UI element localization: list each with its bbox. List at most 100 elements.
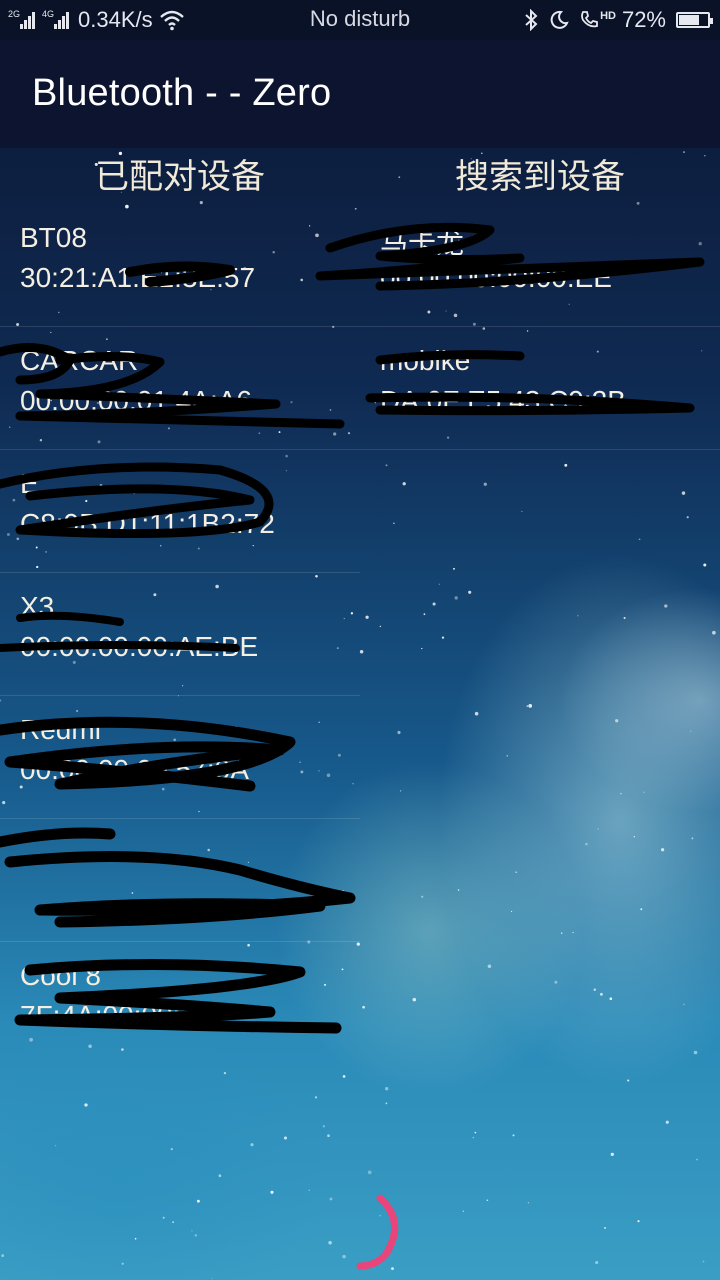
paired-devices-header: 已配对设备 — [95, 157, 265, 197]
star — [362, 1005, 365, 1009]
battery-icon — [676, 12, 713, 28]
star — [250, 1143, 254, 1147]
star — [696, 1158, 698, 1161]
star — [385, 1102, 388, 1105]
battery-percent: 72% — [621, 7, 666, 32]
star — [660, 848, 665, 852]
star — [599, 992, 603, 996]
star — [438, 583, 440, 585]
found-devices-list: 马卡龙 00:00:00:00:00:EE mobike DA:0F:E5:43… — [360, 204, 720, 450]
star — [385, 464, 388, 467]
device-address: 00:00:00:00:AE:BE — [20, 631, 259, 662]
star — [633, 836, 635, 838]
star — [640, 908, 643, 911]
device-name: Cool 8 — [20, 960, 101, 991]
star — [511, 910, 513, 913]
star — [528, 704, 533, 708]
star — [197, 1199, 200, 1203]
star — [327, 1134, 330, 1138]
star — [512, 1134, 515, 1137]
star — [211, 1277, 213, 1279]
status-right: HD 72% — [523, 6, 713, 34]
paired-device-item[interactable] — [0, 819, 360, 942]
paired-device-item[interactable]: BT08 30:21:A1:E1:3E:57 — [0, 204, 360, 327]
star — [712, 630, 716, 635]
star — [462, 1210, 464, 1212]
star — [521, 510, 523, 513]
star — [572, 931, 574, 934]
star — [560, 932, 563, 934]
star — [526, 705, 529, 707]
star — [421, 647, 423, 650]
star — [691, 837, 694, 840]
star — [359, 649, 364, 654]
device-name: X3 — [20, 591, 55, 622]
found-device-item[interactable]: 马卡龙 00:00:00:00:00:EE — [360, 204, 720, 327]
star — [515, 871, 518, 874]
star — [597, 828, 599, 830]
star — [627, 1079, 630, 1082]
paired-devices-list: BT08 30:21:A1:E1:3E:57 CARCAR 00:00:00:0… — [0, 204, 360, 1065]
device-address: 30:21:A1:E1:3E:57 — [20, 262, 256, 293]
star — [399, 790, 402, 792]
star — [474, 711, 479, 716]
star — [84, 1103, 88, 1107]
star — [683, 1003, 685, 1006]
paired-device-item[interactable]: Cool 8 7F:4A:00:00:3E — [0, 942, 360, 1065]
paired-device-item[interactable]: E C8:9B:D1:11:1B2:72 — [0, 450, 360, 573]
paired-device-item[interactable]: X3 00:00:00:00:AE:BE — [0, 573, 360, 696]
star — [472, 1136, 475, 1139]
star — [194, 1234, 197, 1237]
star — [681, 491, 686, 495]
star — [527, 1202, 529, 1204]
device-name: CARCAR — [20, 345, 139, 376]
star — [314, 1096, 318, 1099]
star — [690, 730, 692, 732]
star — [468, 590, 472, 594]
device-address: 7F:4A:00:00:3E — [20, 1000, 215, 1031]
device-address: 00:00:00:00:00:EE — [380, 262, 612, 293]
phone-hd-icon: HD — [579, 10, 616, 30]
star — [686, 516, 689, 519]
star — [577, 615, 579, 617]
star — [367, 1170, 372, 1175]
star — [328, 1241, 332, 1245]
device-address: DA:0F:E5:43:C9:2B — [380, 385, 626, 416]
found-device-item[interactable]: mobike DA:0F:E5:43:C9:2B — [360, 327, 720, 450]
star — [454, 596, 458, 600]
star — [585, 842, 588, 846]
device-name: BT08 — [20, 222, 87, 253]
star — [506, 755, 508, 757]
star — [457, 889, 460, 891]
star — [693, 1050, 698, 1055]
star — [379, 625, 381, 628]
star — [603, 1226, 607, 1229]
star — [474, 1131, 477, 1134]
device-address: 00:00:00:01:4A:A6 — [20, 385, 252, 416]
star — [218, 1174, 222, 1178]
star — [402, 482, 406, 486]
star — [162, 1216, 165, 1219]
star — [54, 1144, 57, 1147]
star — [172, 1221, 174, 1223]
star — [170, 1147, 173, 1151]
paired-device-item[interactable]: CARCAR 00:00:00:01:4A:A6 — [0, 327, 360, 450]
star — [134, 1237, 137, 1240]
star — [453, 567, 455, 570]
app-title: Bluetooth - - Zero — [32, 72, 332, 114]
star — [342, 1075, 346, 1078]
star — [703, 563, 707, 567]
star — [483, 482, 487, 486]
star — [385, 1087, 389, 1091]
paired-device-item[interactable]: Redmi 00:00:00:00:57:0A — [0, 696, 360, 819]
star — [329, 1197, 333, 1201]
star — [665, 1120, 669, 1124]
star — [615, 719, 619, 723]
star — [397, 730, 401, 735]
battery-level-fill — [679, 15, 700, 25]
star — [191, 1230, 193, 1232]
star — [322, 1125, 326, 1128]
star — [365, 615, 369, 619]
star — [702, 1260, 705, 1263]
star — [432, 602, 436, 606]
